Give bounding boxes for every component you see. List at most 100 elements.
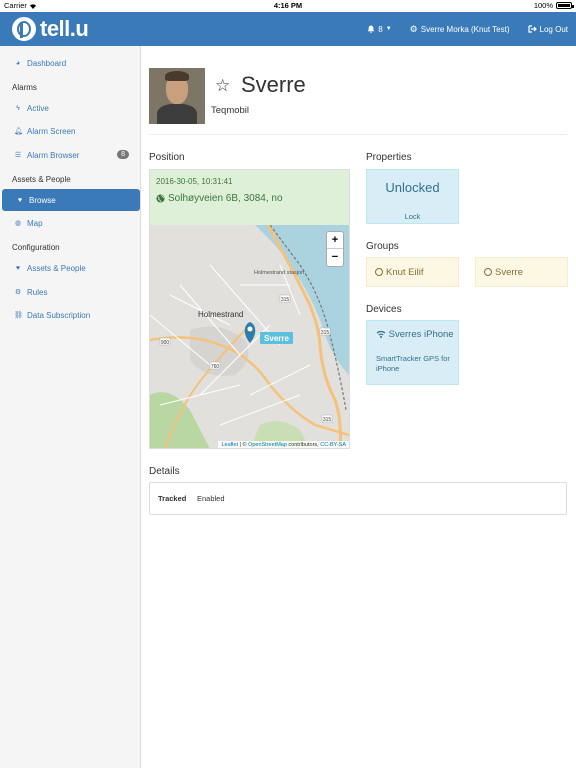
dashboard-icon: ◕ (15, 59, 21, 67)
sign-out-icon (527, 25, 537, 33)
favorite-star-icon[interactable]: ☆ (215, 76, 230, 96)
sidebar-item-label: Data Subscription (27, 310, 91, 320)
caret-down-icon: ▼ (385, 26, 392, 32)
brand-logo-link[interactable]: tell.u (12, 16, 89, 42)
road-label: 315 (281, 297, 290, 303)
logout-label: Log Out (539, 24, 568, 34)
sidebar-item-browse[interactable]: ♥ Browse (2, 189, 140, 211)
heart-icon: ♥ (17, 196, 23, 204)
heart-icon: ♥ (15, 264, 21, 272)
attribution-text: contributors, (286, 442, 321, 448)
road-label: 315 (321, 330, 330, 336)
position-summary: 2016-30-05, 10:31:41 Solhøyveien 6B, 308… (150, 170, 349, 225)
map-tiles: 315 315 900 760 315 Holmestrand Holmestr… (150, 224, 349, 448)
details-heading: Details (149, 466, 180, 477)
device-card[interactable]: Sverres iPhone SmartTracker GPS for iPho… (366, 320, 459, 385)
devices-heading: Devices (366, 304, 402, 315)
sidebar-heading-configuration: Configuration (12, 243, 60, 252)
globe-icon: ◍ (14, 220, 22, 227)
sidebar-item-data-subscription[interactable]: ⛓ Data Subscription (0, 304, 141, 326)
gear-icon: ⚙ (14, 289, 22, 296)
position-panel: 2016-30-05, 10:31:41 Solhøyveien 6B, 308… (149, 169, 350, 449)
sidebar-item-label: Map (27, 218, 43, 228)
battery-indicator: 100% (533, 1, 574, 10)
sidebar-item-label: Browse (29, 195, 56, 205)
lock-state: Unlocked (385, 180, 440, 195)
sidebar-heading-assets: Assets & People (12, 175, 71, 184)
link-icon: ⛓ (14, 312, 23, 319)
group-item[interactable]: Knut Eilif (366, 257, 459, 287)
details-value: Enabled (197, 494, 225, 503)
details-key: Tracked (158, 494, 187, 503)
top-navbar: tell.u 8 ▼ ⚙ Sverre Morka (Knut Test) Lo… (0, 12, 576, 46)
map-station-label: Holmestrand stasjon (254, 270, 304, 276)
position-timestamp: 2016-30-05, 10:31:41 (156, 177, 233, 186)
device-description: SmartTracker GPS for iPhone (376, 354, 450, 373)
divider (149, 134, 567, 135)
user-name: Sverre Morka (Knut Test) (420, 24, 510, 34)
sidebar-item-label: Dashboard (27, 58, 67, 68)
battery-percent: 100% (533, 1, 553, 10)
sidebar-item-label: Assets & People (27, 263, 86, 273)
bell-icon (367, 25, 375, 33)
road-label: 760 (211, 364, 220, 370)
device-name: Sverres iPhone (376, 329, 456, 340)
address-text: Solhøyveien 6B, 3084, no (168, 193, 283, 204)
attribution-text: | © (237, 442, 249, 448)
brand-name: tell.u (40, 16, 89, 41)
ios-status-bar: Carrier 4:16 PM 100% (0, 0, 576, 12)
sidebar-heading-alarms: Alarms (12, 83, 37, 92)
zoom-out-button[interactable]: − (327, 249, 343, 266)
lock-label: Lock (404, 212, 421, 221)
sidebar-item-label: Active (27, 103, 49, 113)
position-heading: Position (149, 152, 185, 163)
asset-subtitle: Teqmobil (211, 105, 250, 116)
map-attribution: Leaflet | © OpenStreetMap contributors, … (218, 441, 349, 448)
notifications-dropdown[interactable]: 8 ▼ (367, 24, 392, 34)
sidebar-item-alarm-screen[interactable]: 🔔︎ Alarm Screen (0, 120, 141, 142)
group-item[interactable]: Sverre (475, 257, 568, 287)
properties-heading: Properties (366, 152, 412, 163)
sidebar-item-active[interactable]: ϟ Active (0, 97, 141, 119)
sidebar-item-label: Rules (27, 287, 48, 297)
map-town-label: Holmestrand (198, 310, 243, 319)
tellu-logo-icon (12, 17, 36, 41)
map-marker-label: Sverre (264, 334, 289, 343)
bell-icon: 🔔︎ (14, 128, 23, 135)
avatar (149, 68, 205, 124)
list-icon: ☰ (14, 152, 22, 159)
logout-link[interactable]: Log Out (527, 24, 568, 34)
leaflet-link[interactable]: Leaflet (221, 442, 238, 448)
lock-property-card[interactable]: Unlocked Lock (366, 169, 459, 224)
map-view[interactable]: 315 315 900 760 315 Holmestrand Holmestr… (150, 224, 349, 448)
position-address: Solhøyveien 6B, 3084, no (156, 193, 283, 204)
details-panel: Tracked Enabled (149, 482, 567, 515)
notifications-count: 8 (378, 24, 383, 34)
wifi-icon (376, 330, 386, 338)
sidebar-item-label: Alarm Screen (27, 126, 76, 136)
osm-link[interactable]: OpenStreetMap (248, 442, 287, 448)
gear-icon: ⚙ (409, 23, 418, 34)
device-name-text: Sverres iPhone (388, 329, 454, 340)
group-name: Sverre (495, 266, 523, 278)
road-label: 315 (323, 417, 332, 423)
user-settings-link[interactable]: ⚙ Sverre Morka (Knut Test) (410, 24, 510, 35)
sidebar-item-map[interactable]: ◍ Map (0, 212, 141, 234)
sidebar-item-alarm-browser[interactable]: ☰ Alarm Browser 8 (0, 144, 141, 166)
bolt-icon: ϟ (16, 104, 20, 112)
circle-icon (375, 268, 383, 276)
map-zoom-control: + − (326, 231, 344, 267)
sidebar-item-assets-people[interactable]: ♥ Assets & People (0, 257, 141, 279)
clock: 4:16 PM (273, 1, 303, 10)
zoom-in-button[interactable]: + (327, 232, 343, 249)
globe-icon (156, 194, 165, 203)
sidebar-item-rules[interactable]: ⚙ Rules (0, 281, 141, 303)
license-link[interactable]: CC-BY-SA (320, 442, 346, 448)
page-title: Sverre (241, 72, 306, 97)
sidebar-item-label: Alarm Browser (27, 150, 80, 160)
sidebar-item-dashboard[interactable]: ◕ Dashboard (0, 52, 141, 74)
circle-icon (484, 268, 492, 276)
alarm-count-badge: 8 (117, 150, 129, 159)
group-name: Knut Eilif (386, 266, 424, 278)
main-content: ☆ Sverre Teqmobil Position 2016-30-05, 1… (141, 46, 576, 768)
